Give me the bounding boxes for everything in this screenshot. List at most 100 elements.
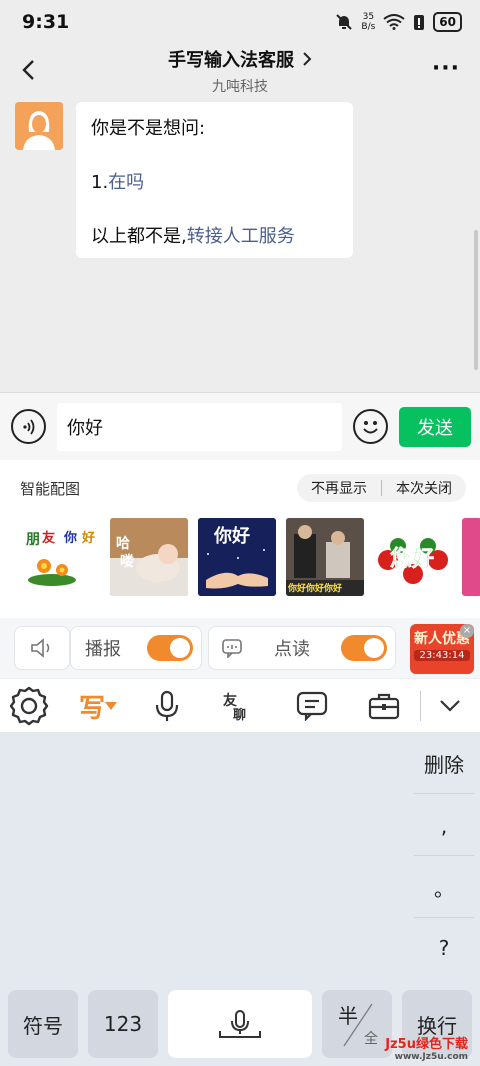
message-input[interactable] <box>57 403 342 451</box>
chevron-right-icon <box>303 52 312 66</box>
page-subtitle: 九吨科技 <box>212 79 268 95</box>
message-icon <box>296 691 328 721</box>
send-button[interactable]: 发送 <box>399 407 471 447</box>
voice-input-button[interactable] <box>145 686 189 726</box>
page-title-text: 手写输入法客服 <box>168 50 294 71</box>
smart-image-label: 智能配图 <box>20 480 81 498</box>
broadcast-label: 播报 <box>85 639 121 660</box>
close-once-button[interactable]: 本次关闭 <box>382 478 466 498</box>
toolbar-divider <box>420 691 421 721</box>
message-bubble: 你是不是想问: 1.在吗 以上都不是,转接人工服务 <box>76 102 353 258</box>
speaker-icon <box>31 638 50 658</box>
option-link-zaima[interactable]: 在吗 <box>108 172 144 193</box>
contact-button[interactable]: 友聊 <box>216 686 260 726</box>
chat-scrollbar[interactable] <box>474 230 478 370</box>
svg-text:哈: 哈 <box>116 535 130 552</box>
sticker-item[interactable] <box>462 518 480 596</box>
smart-image-actions: 不再显示 本次关闭 <box>297 474 466 502</box>
wifi-icon <box>383 14 405 30</box>
watermark-sub: www.Jz5u.com <box>394 1052 468 1062</box>
watermark: Jz5u绿色下载 www.Jz5u.com <box>385 1033 468 1062</box>
chat-read-icon <box>222 639 242 658</box>
handwriting-keyboard: 删除 , 。 ? 符号 123 半 全 换行 Jz5u绿色下载 www.Jz5u… <box>0 732 480 1066</box>
network-speed: 35 B/s <box>361 12 375 32</box>
svg-text:你好: 你好 <box>213 525 250 547</box>
delete-key[interactable]: 删除 <box>414 734 474 794</box>
space-key[interactable] <box>168 990 312 1058</box>
chat-area: 你是不是想问: 1.在吗 以上都不是,转接人工服务 <box>0 100 480 392</box>
svg-text:朋: 朋 <box>25 532 40 548</box>
svg-text:你: 你 <box>63 530 77 546</box>
phrases-button[interactable] <box>290 686 334 726</box>
write-mode-label: 写 <box>78 693 105 724</box>
sticker-item[interactable]: 您好 <box>374 518 452 596</box>
status-icons: 35 B/s 60 <box>335 12 462 32</box>
voice-toggle-button[interactable] <box>11 409 46 444</box>
sticker-item[interactable]: 哈 喽 <box>110 518 188 596</box>
broadcast-toggle[interactable] <box>147 635 193 661</box>
roses-sticker-image: 您好 <box>378 538 448 584</box>
sticker-item[interactable]: 朋 友 你 好 <box>22 518 100 596</box>
status-bar: 9:31 35 B/s 60 <box>0 0 480 44</box>
sticker-item[interactable]: 你好你好你好 <box>286 518 364 596</box>
chat-header: 手写输入法客服 九吨科技 ··· <box>0 44 480 100</box>
read-toggle-row: 点读 <box>208 626 396 670</box>
toolbox-button[interactable] <box>362 686 406 726</box>
page-title[interactable]: 手写输入法客服 <box>168 46 312 72</box>
settings-button[interactable] <box>7 686 51 726</box>
briefcase-icon <box>368 693 400 720</box>
input-bar: 发送 <box>0 392 480 460</box>
message-line-other: 以上都不是,转接人工服务 <box>91 224 338 250</box>
numbers-key[interactable]: 123 <box>88 990 158 1058</box>
svg-text:好: 好 <box>81 530 95 546</box>
more-options-button[interactable]: ··· <box>432 56 460 81</box>
read-label: 点读 <box>274 639 310 660</box>
chevron-down-icon <box>440 700 460 712</box>
speed-value: 35 <box>362 12 375 22</box>
half-full-key[interactable]: 半 全 <box>322 990 392 1058</box>
hide-forever-button[interactable]: 不再显示 <box>297 478 381 498</box>
men-sticker-image: 你好你好你好 <box>286 518 364 596</box>
comma-key[interactable]: , <box>414 796 474 856</box>
caret-down-icon <box>105 702 117 710</box>
mute-bell-icon <box>336 14 353 30</box>
handwriting-area[interactable] <box>0 732 410 982</box>
slash-divider-icon <box>343 1003 373 1047</box>
period-key[interactable]: 。 <box>414 858 474 918</box>
microphone-small-icon <box>219 1010 261 1038</box>
status-time: 9:31 <box>22 11 70 33</box>
svg-text:您好: 您好 <box>390 546 434 572</box>
emoji-button[interactable] <box>353 409 388 444</box>
broadcast-toggle-row: 播报 <box>70 626 202 670</box>
promo-countdown: 23:43:14 <box>414 650 470 661</box>
svg-text:你好你好你好: 你好你好你好 <box>287 582 342 594</box>
baby-sticker-image: 哈 喽 <box>110 518 188 596</box>
gear-icon <box>9 686 49 726</box>
smiley-icon <box>363 421 378 434</box>
symbols-key[interactable]: 符号 <box>8 990 78 1058</box>
collapse-keyboard-button[interactable] <box>428 686 472 726</box>
promo-close-icon[interactable]: × <box>460 624 474 638</box>
write-mode-button[interactable]: 写 <box>70 686 126 726</box>
sticker-item[interactable]: 你好 <box>198 518 276 596</box>
svg-text:聊: 聊 <box>233 707 246 723</box>
handshake-sticker-image: 你好 <box>198 518 276 596</box>
flower-sticker-image: 朋 友 你 好 <box>25 530 95 586</box>
contact-card-icon: 友聊 <box>223 692 246 723</box>
avatar[interactable] <box>15 102 63 150</box>
ime-toolbar: 写 友聊 <box>0 678 480 732</box>
question-key[interactable]: ? <box>414 918 474 978</box>
read-toggle[interactable] <box>341 635 387 661</box>
option-prefix: 1. <box>91 172 109 193</box>
other-prefix: 以上都不是, <box>91 226 187 247</box>
svg-text:友: 友 <box>42 530 55 546</box>
message-line-question: 你是不是想问: <box>91 118 206 139</box>
new-user-promo[interactable]: 新人优惠 23:43:14 × <box>410 624 474 674</box>
transfer-human-link[interactable]: 转接人工服务 <box>187 226 295 247</box>
speaker-button[interactable] <box>14 626 70 670</box>
sticker-list: 朋 友 你 好 哈 喽 你好 你好你好你好 您好 <box>22 518 480 596</box>
smart-image-panel: 智能配图 不再显示 本次关闭 朋 友 你 好 哈 喽 你好 你好你好你好 您好 <box>0 460 480 618</box>
speed-unit: B/s <box>361 22 376 32</box>
voice-wave-icon <box>22 418 34 435</box>
header-title-block[interactable]: 手写输入法客服 九吨科技 <box>0 46 480 96</box>
